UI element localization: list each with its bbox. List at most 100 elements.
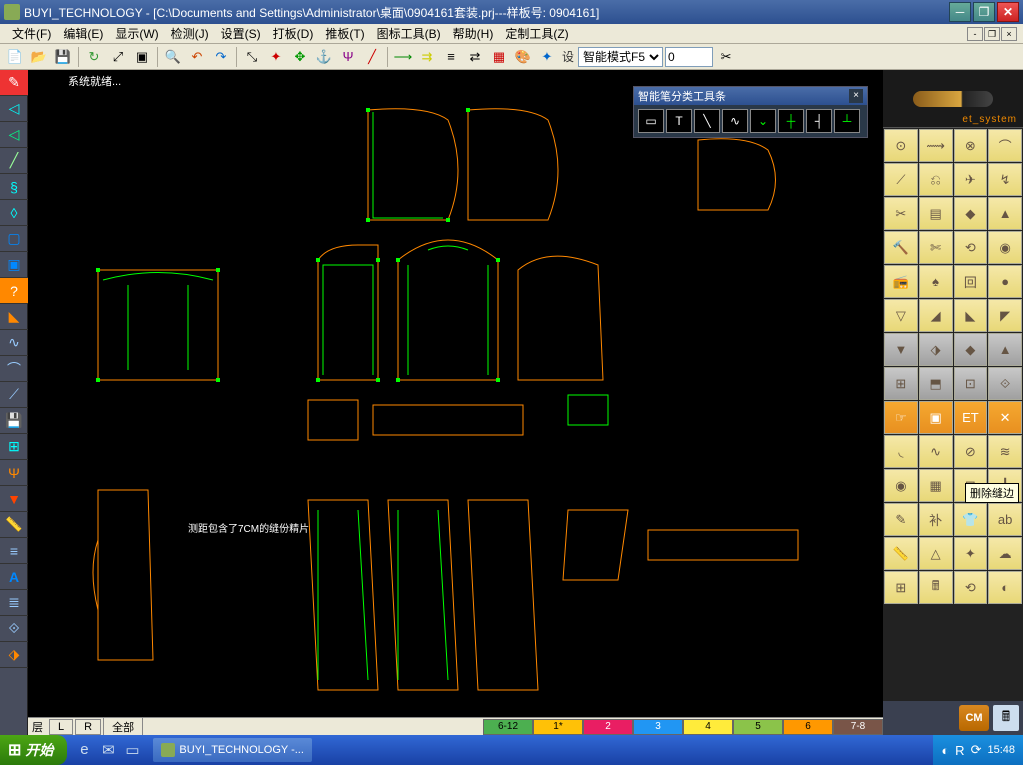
size-6-12[interactable]: 6-12 (483, 719, 533, 735)
rtool-46[interactable]: 补 (919, 503, 953, 536)
sp-perp[interactable]: ┴ (834, 109, 860, 133)
ltool-curve[interactable]: ◁ (0, 96, 28, 122)
num-input[interactable] (665, 47, 713, 67)
tool-line[interactable]: ╱ (361, 46, 383, 68)
calculator-icon[interactable]: 🖩 (993, 705, 1019, 731)
rtool-51[interactable]: ✦ (954, 537, 988, 570)
tool-merge[interactable]: ⇉ (416, 46, 438, 68)
menu-file[interactable]: 文件(F) (6, 23, 57, 44)
ltool-disk[interactable]: 💾 (0, 408, 28, 434)
ql-desktop-icon[interactable]: ▭ (123, 741, 141, 759)
rtool-27[interactable]: ◆ (954, 333, 988, 366)
rtool-11[interactable]: ◆ (954, 197, 988, 230)
rtool-3[interactable]: ⊗ (954, 129, 988, 162)
rtool-50[interactable]: △ (919, 537, 953, 570)
tool-redo[interactable]: ↷ (210, 46, 232, 68)
rtool-49[interactable]: 📏 (884, 537, 918, 570)
rtool-36[interactable]: ✕ (988, 401, 1022, 434)
ltool-bookmark[interactable]: ◊ (0, 200, 28, 226)
tool-cut[interactable]: ✂ (715, 46, 737, 68)
start-button[interactable]: 开始 (0, 735, 67, 765)
tool-zoomin[interactable]: 🔍 (162, 46, 184, 68)
rtool-41[interactable]: ◉ (884, 469, 918, 502)
ltool-rect[interactable]: ▢ (0, 226, 28, 252)
rtool-7[interactable]: ✈ (954, 163, 988, 196)
tool-refresh[interactable]: ↻ (83, 46, 105, 68)
tool-move[interactable]: ✥ (289, 46, 311, 68)
mdi-min[interactable]: - (967, 27, 983, 41)
ltool-line[interactable]: ╱ (0, 148, 28, 174)
rtool-14[interactable]: ✄ (919, 231, 953, 264)
size-7-8[interactable]: 7-8 (833, 719, 883, 735)
tool-palette[interactable]: 🎨 (512, 46, 534, 68)
sp-curve[interactable]: ∿ (722, 109, 748, 133)
mdi-close[interactable]: × (1001, 27, 1017, 41)
rtool-5[interactable]: ⟋ (884, 163, 918, 196)
rtool-39[interactable]: ⊘ (954, 435, 988, 468)
rtool-2[interactable]: ⟿ (919, 129, 953, 162)
rtool-32[interactable]: ⟐ (988, 367, 1022, 400)
smartpen-toolbar[interactable]: 智能笔分类工具条 × ▭ T ╲ ∿ ⌄ ┼ ┤ ┴ (633, 86, 868, 138)
tool-group[interactable]: ▦ (488, 46, 510, 68)
rtool-21[interactable]: ▽ (884, 299, 918, 332)
rtool-19[interactable]: 回 (954, 265, 988, 298)
ltool-help[interactable]: ? (0, 278, 28, 304)
tool-select[interactable]: ⤡ (241, 46, 263, 68)
tool-cross[interactable]: ✦ (265, 46, 287, 68)
ltool-s[interactable]: § (0, 174, 28, 200)
rtool-16[interactable]: ◉ (988, 231, 1022, 264)
rtool-53[interactable]: ⊞ (884, 571, 918, 604)
rtool-28[interactable]: ▲ (988, 333, 1022, 366)
rtool-35[interactable]: ET (954, 401, 988, 434)
rtool-45[interactable]: ✎ (884, 503, 918, 536)
rtool-15[interactable]: ⟲ (954, 231, 988, 264)
ltool-snap[interactable]: ⟐ (0, 616, 28, 642)
size-3[interactable]: 3 (633, 719, 683, 735)
minimize-button[interactable]: ─ (949, 2, 971, 22)
tool-extend[interactable]: ⟶ (392, 46, 414, 68)
size-5[interactable]: 5 (733, 719, 783, 735)
rtool-48[interactable]: ab (988, 503, 1022, 536)
layer-r[interactable]: R (75, 719, 101, 735)
tool-align[interactable]: ≡ (440, 46, 462, 68)
sp-rect[interactable]: ▭ (638, 109, 664, 133)
unit-badge[interactable]: CM (959, 705, 989, 731)
sp-cross[interactable]: ┼ (778, 109, 804, 133)
rtool-13[interactable]: 🔨 (884, 231, 918, 264)
tray-icon-2[interactable]: R (955, 743, 964, 758)
ltool-arc[interactable]: ⌒ (0, 356, 28, 382)
rtool-55[interactable]: ⟲ (954, 571, 988, 604)
layer-all[interactable]: 全部 (103, 717, 143, 737)
ltool-pen[interactable]: ✎ (0, 70, 28, 96)
rtool-31[interactable]: ⊡ (954, 367, 988, 400)
rtool-22[interactable]: ◢ (919, 299, 953, 332)
menu-check[interactable]: 检测(J) (165, 23, 215, 44)
menu-draft[interactable]: 打板(D) (267, 23, 320, 44)
taskbar-app[interactable]: BUYI_TECHNOLOGY -... (153, 738, 312, 762)
smartpen-title-bar[interactable]: 智能笔分类工具条 × (634, 87, 867, 105)
rtool-25[interactable]: ▼ (884, 333, 918, 366)
rtool-9[interactable]: ✂ (884, 197, 918, 230)
ltool-wave[interactable]: ∿ (0, 330, 28, 356)
size-4[interactable]: 4 (683, 719, 733, 735)
rtool-12[interactable]: ▲ (988, 197, 1022, 230)
rtool-29[interactable]: ⊞ (884, 367, 918, 400)
tray-icon-3[interactable]: ⟳ (971, 742, 982, 758)
tool-new[interactable]: 📄 (4, 46, 26, 68)
tool-mirror[interactable]: ⇄ (464, 46, 486, 68)
rtool-8[interactable]: ↯ (988, 163, 1022, 196)
menu-view[interactable]: 显示(W) (109, 23, 164, 44)
rtool-4[interactable]: ⌒ (988, 129, 1022, 162)
menu-settings[interactable]: 设置(S) (215, 23, 267, 44)
menu-custom[interactable]: 定制工具(Z) (499, 23, 574, 44)
ltool-ruler[interactable]: 📏 (0, 512, 28, 538)
maximize-button[interactable]: ❐ (973, 2, 995, 22)
size-6[interactable]: 6 (783, 719, 833, 735)
menu-grade[interactable]: 推板(T) (319, 23, 370, 44)
rtool-10[interactable]: ▤ (919, 197, 953, 230)
sp-text[interactable]: T (666, 109, 692, 133)
rtool-33[interactable]: ☞ (884, 401, 918, 434)
rtool-24[interactable]: ◤ (988, 299, 1022, 332)
ltool-fork[interactable]: Ψ (0, 460, 28, 486)
close-button[interactable]: ✕ (997, 2, 1019, 22)
